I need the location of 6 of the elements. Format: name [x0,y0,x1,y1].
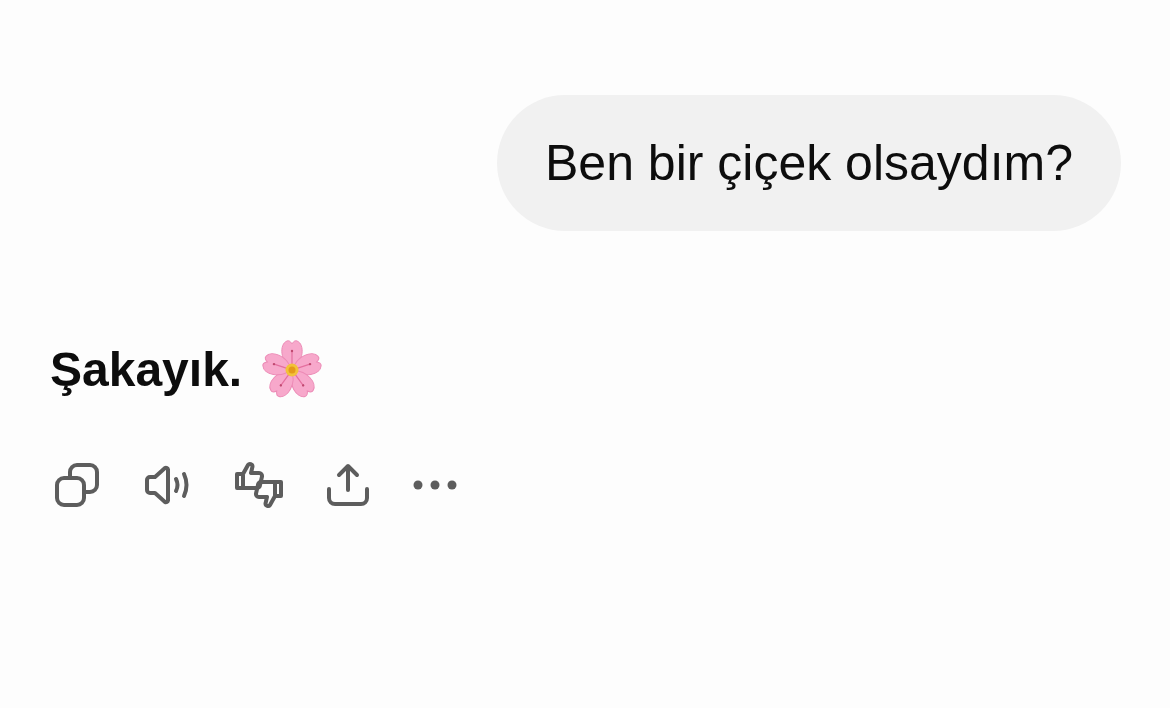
reply-text: Şakayık. [50,342,243,398]
share-icon[interactable] [326,463,370,507]
user-message-bubble: Ben bir çiçek olsaydım? [497,95,1121,231]
more-icon[interactable] [413,480,457,490]
copy-icon[interactable] [53,461,101,509]
thumbs-up-down-icon[interactable] [235,460,283,510]
